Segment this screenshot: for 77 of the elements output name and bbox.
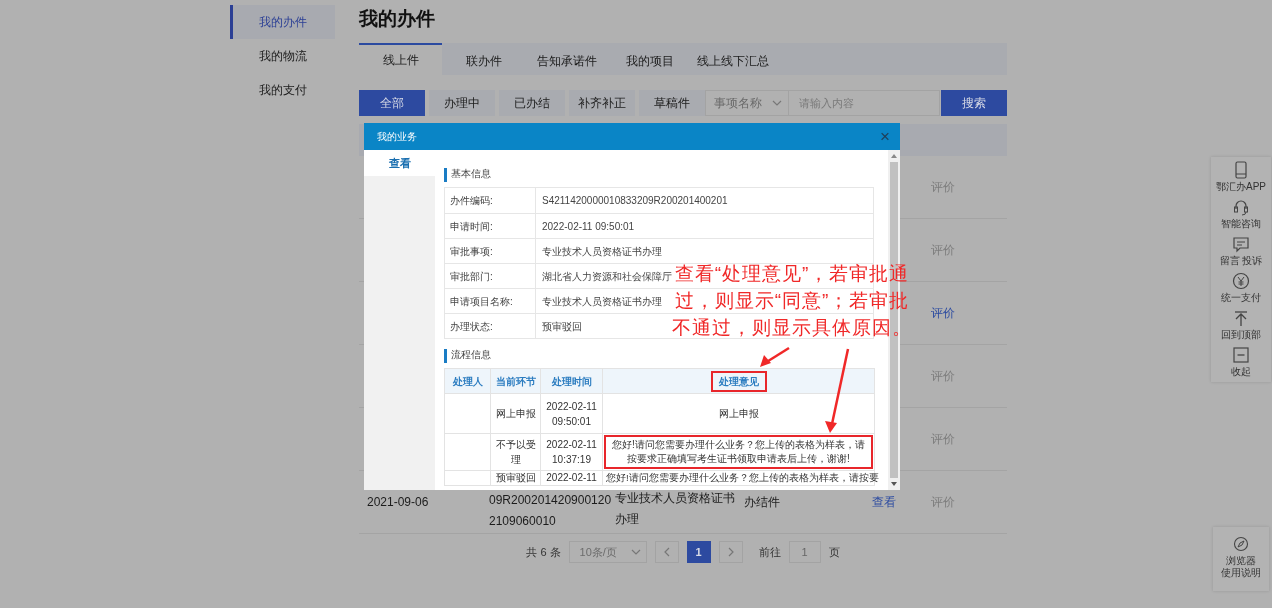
annotation-text: 查看“处理意见”，若审批通过，则显示“同意”；若审批不通过，则显示具体原因。 bbox=[672, 262, 913, 340]
arrow-up-icon bbox=[1232, 309, 1250, 327]
table-cell-text: 您好!请问您需要办理什么业务？您上传的表格为样表，请按要求正确填写考生证书领取申请表后上传，谢谢! bbox=[611, 438, 866, 466]
filter-button[interactable]: 已办结 bbox=[499, 90, 565, 116]
field-label: 申请项目名称: bbox=[450, 294, 513, 309]
prev-page-button[interactable] bbox=[654, 541, 679, 563]
tab[interactable]: 线上线下汇总 bbox=[691, 43, 774, 75]
filter-button[interactable]: 办理中 bbox=[429, 90, 495, 116]
table-cell: 预审驳回 bbox=[495, 472, 536, 483]
table-cell-text: 09R200201420900120 2109060010 bbox=[489, 492, 613, 530]
tab[interactable]: 联办件 bbox=[442, 43, 525, 75]
field-label: 审批事项: bbox=[450, 244, 493, 259]
filter-button[interactable]: 补齐补正 bbox=[569, 90, 635, 116]
sidebar-item[interactable]: 我的支付 bbox=[230, 73, 335, 107]
search-button[interactable]: 搜索 bbox=[941, 90, 1007, 116]
column-header: 当前环节 bbox=[495, 375, 536, 387]
table-cell: 2022-02-11 09:50:01 bbox=[546, 400, 597, 427]
column-header: 处理意见 bbox=[718, 375, 759, 387]
tab[interactable]: 告知承诺件 bbox=[525, 43, 608, 75]
compass-icon bbox=[1233, 536, 1249, 552]
section-title: 基本信息 bbox=[444, 168, 875, 182]
toolbar-label[interactable]: 统一支付 bbox=[1221, 292, 1261, 304]
sidebar-item[interactable]: 我的物流 bbox=[230, 39, 335, 73]
field-label: 审批部门: bbox=[450, 269, 493, 284]
rate-link[interactable]: 评价 bbox=[931, 306, 955, 320]
scroll-down-icon bbox=[891, 482, 897, 486]
phone-icon bbox=[1232, 161, 1250, 179]
field-label: 办件编码: bbox=[450, 194, 493, 208]
toolbar-label[interactable]: 回到顶部 bbox=[1221, 329, 1261, 341]
minus-square-icon bbox=[1232, 346, 1250, 364]
chat-bubble-icon bbox=[1232, 235, 1250, 253]
field-label: 办理状态: bbox=[450, 319, 493, 334]
column-header: 处理时间 bbox=[551, 375, 592, 387]
filter-button[interactable]: 全部 bbox=[359, 90, 425, 116]
yen-coin-icon bbox=[1232, 272, 1250, 290]
field-label: 申请时间: bbox=[450, 219, 493, 234]
page-number[interactable]: 1 bbox=[686, 541, 711, 563]
headset-icon bbox=[1232, 198, 1250, 216]
dialog-title: 我的业务 bbox=[377, 130, 417, 144]
table-cell: 不予以受理 bbox=[495, 439, 536, 465]
field-value: 专业技术人员资格证书办理 bbox=[541, 244, 662, 259]
tab[interactable]: 我的项目 bbox=[608, 43, 691, 75]
field-value: 专业技术人员资格证书办理 bbox=[541, 294, 662, 309]
nav-item[interactable]: 查看 bbox=[364, 150, 435, 176]
annotation-arrow bbox=[760, 346, 790, 367]
table-cell: 您好!请问您需要办理什么业务？您上传的表格为样表，请按要 bbox=[606, 472, 879, 483]
toolbar-label[interactable]: 留言 投诉 bbox=[1219, 255, 1263, 267]
filter-button[interactable]: 草稿件 bbox=[639, 90, 705, 116]
page-title: 我的办件 bbox=[359, 7, 436, 31]
table-cell: 办结件 bbox=[744, 494, 780, 509]
table-cell: 网上申报 bbox=[718, 408, 759, 419]
table-cell-text: 专业技术人员资格证书 办理 bbox=[615, 490, 736, 528]
field-value: 2022-02-11 09:50:01 bbox=[541, 219, 635, 234]
chevron-right-icon bbox=[727, 547, 734, 557]
table-cell: 2022-02-11 bbox=[546, 472, 597, 483]
total-count: 共 6 条 bbox=[526, 544, 561, 560]
field-value: 湖北省人力资源和社会保障厅 bbox=[541, 269, 672, 284]
field-value: S4211420000010833209R200201400201 bbox=[541, 194, 728, 208]
table-cell: 2022-02-11 10:37:19 bbox=[546, 439, 597, 465]
page-suffix: 页 bbox=[828, 544, 840, 560]
next-page-button[interactable] bbox=[718, 541, 743, 563]
tab[interactable]: 线上件 bbox=[359, 43, 442, 75]
view-link[interactable]: 查看 bbox=[872, 494, 896, 509]
toolbar-label[interactable]: 智能咨询 bbox=[1221, 218, 1261, 230]
scroll-up-icon bbox=[891, 154, 897, 158]
goto-label: 前往 bbox=[758, 544, 781, 560]
sidebar-item[interactable]: 我的办件 bbox=[230, 5, 335, 39]
toolbar-label[interactable]: 鄂汇办APP bbox=[1216, 181, 1266, 193]
browser-help-panel[interactable]: 浏览器 使用说明 bbox=[1213, 527, 1269, 591]
field-value: 预审驳回 bbox=[541, 319, 582, 334]
column-header: 处理人 bbox=[452, 375, 483, 387]
table-cell: 网上申报 bbox=[495, 408, 536, 419]
chevron-down-icon bbox=[772, 99, 782, 107]
chevron-left-icon bbox=[663, 547, 670, 557]
chevron-down-icon bbox=[630, 548, 641, 556]
toolbar-label[interactable]: 收起 bbox=[1231, 366, 1251, 378]
table-cell: 2021-09-06 bbox=[367, 494, 429, 509]
